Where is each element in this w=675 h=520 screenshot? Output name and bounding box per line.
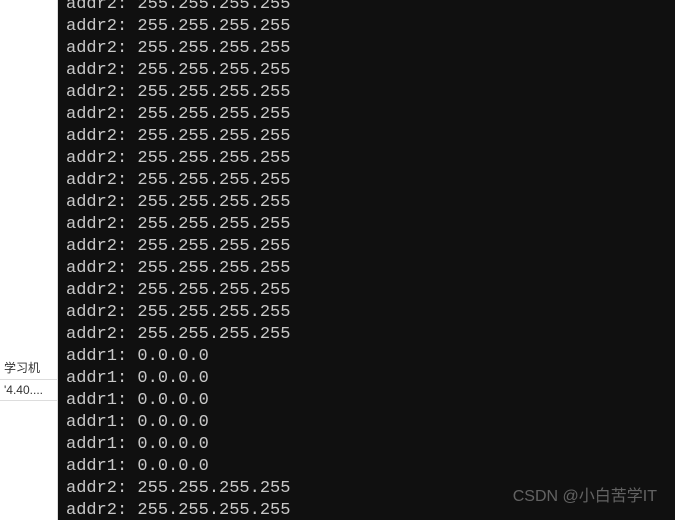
terminal-line: addr2: 255.255.255.255 <box>66 302 667 324</box>
left-panel-item[interactable]: '4.40.... <box>0 380 57 401</box>
terminal-line: addr1: 0.0.0.0 <box>66 368 667 390</box>
terminal-line: addr2: 255.255.255.255 <box>66 82 667 104</box>
terminal-line: addr2: 255.255.255.255 <box>66 236 667 258</box>
terminal-line: addr2: 255.255.255.255 <box>66 324 667 346</box>
terminal-line: addr2: 255.255.255.255 <box>66 192 667 214</box>
terminal-line: addr2: 255.255.255.255 <box>66 500 667 520</box>
terminal-line: addr2: 255.255.255.255 <box>66 0 667 16</box>
left-panel-item[interactable]: 学习机 <box>0 356 57 380</box>
terminal-line: addr2: 255.255.255.255 <box>66 478 667 500</box>
terminal-line: addr1: 0.0.0.0 <box>66 390 667 412</box>
terminal-line: addr2: 255.255.255.255 <box>66 214 667 236</box>
terminal-line: addr2: 255.255.255.255 <box>66 38 667 60</box>
terminal-line: addr2: 255.255.255.255 <box>66 148 667 170</box>
terminal-line: addr2: 255.255.255.255 <box>66 280 667 302</box>
terminal-line: addr1: 0.0.0.0 <box>66 434 667 456</box>
terminal-output[interactable]: addr2: 255.255.255.255addr2: 255.255.255… <box>58 0 675 520</box>
terminal-line: addr2: 255.255.255.255 <box>66 170 667 192</box>
terminal-line: addr2: 255.255.255.255 <box>66 16 667 38</box>
terminal-line: addr2: 255.255.255.255 <box>66 60 667 82</box>
terminal-line: addr2: 255.255.255.255 <box>66 126 667 148</box>
left-panel: 学习机 '4.40.... <box>0 0 58 520</box>
terminal-line: addr2: 255.255.255.255 <box>66 104 667 126</box>
terminal-line: addr1: 0.0.0.0 <box>66 456 667 478</box>
terminal-line: addr1: 0.0.0.0 <box>66 346 667 368</box>
terminal-line: addr1: 0.0.0.0 <box>66 412 667 434</box>
terminal-line: addr2: 255.255.255.255 <box>66 258 667 280</box>
